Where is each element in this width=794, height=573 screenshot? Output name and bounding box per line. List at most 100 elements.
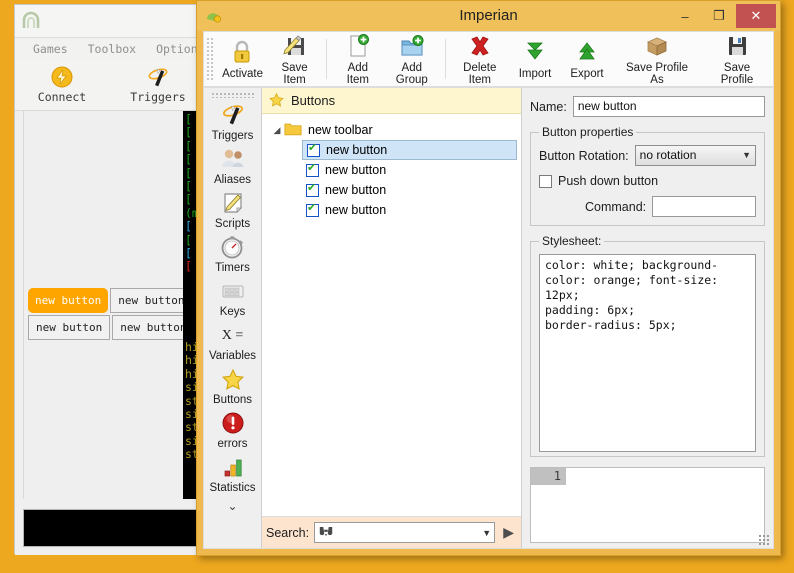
command-label: Command: <box>585 199 647 214</box>
save-profile-as-button[interactable]: Save Profile As <box>613 33 701 86</box>
rail-label-buttons: Buttons <box>213 394 252 406</box>
tree-body[interactable]: ◢ new toolbar new button <box>262 114 521 516</box>
tree-item-label: new button <box>325 163 387 177</box>
expand-collapse-triangle-icon[interactable]: ◢ <box>270 125 284 136</box>
stylesheet-textarea[interactable]: color: white; background-color: orange; … <box>539 254 756 452</box>
activate-button[interactable]: Activate <box>216 39 268 80</box>
maximize-button[interactable]: ❐ <box>702 4 736 28</box>
triggers-label: Triggers <box>130 90 186 104</box>
button-properties-legend: Button properties <box>542 125 634 139</box>
line-number-gutter: 1 <box>531 468 566 485</box>
rail-more-chevron-down-icon[interactable]: ⌄ <box>227 499 237 513</box>
save-profile-as-icon <box>619 33 695 61</box>
rail-item-keys[interactable]: Keys <box>205 278 261 319</box>
close-button[interactable]: ✕ <box>736 4 776 28</box>
rail-drag-handle[interactable] <box>210 92 255 98</box>
search-input[interactable]: ▼ <box>314 522 496 543</box>
imperian-editor-window[interactable]: Imperian – ❐ ✕ Activate Save Item Add It… <box>196 0 781 556</box>
minimize-button[interactable]: – <box>668 4 702 28</box>
item-checkbox[interactable] <box>307 142 320 157</box>
editor-content: Triggers Aliases Scripts Timers Keys X =… <box>203 87 774 549</box>
window-titlebar[interactable]: Imperian – ❐ ✕ <box>197 1 780 31</box>
mud-button-grid: new button new button new button new but… <box>28 288 200 340</box>
tree-item-label: new button <box>325 203 387 217</box>
command-input[interactable] <box>652 196 756 217</box>
mud-button-2[interactable]: new button <box>110 288 193 313</box>
menu-item-toolbox[interactable]: Toolbox <box>78 42 146 56</box>
rail-item-triggers[interactable]: Triggers <box>205 102 261 143</box>
resize-grip[interactable] <box>758 534 770 546</box>
tree-item-label: new button <box>325 183 387 197</box>
rail-label-statistics: Statistics <box>209 482 256 494</box>
items-tree-panel[interactable]: Buttons ◢ new toolbar new <box>262 88 522 548</box>
item-checkbox[interactable] <box>306 182 319 197</box>
item-editor-panel: Name: new button Button properties Butto… <box>522 88 773 548</box>
add-item-button[interactable]: Add Item <box>332 33 384 86</box>
play-arrow-icon[interactable]: ▶ <box>500 524 517 541</box>
tree-group-row[interactable]: ◢ new toolbar <box>262 120 521 140</box>
tree-group-label: new toolbar <box>308 123 373 137</box>
tree-row[interactable]: new button <box>262 180 521 200</box>
menu-item-games[interactable]: Games <box>23 42 78 56</box>
chevron-down-icon[interactable]: ▼ <box>482 528 491 538</box>
notepad-pencil-icon <box>205 190 261 218</box>
tree-header-label: Buttons <box>291 93 336 108</box>
save-item-button[interactable]: Save Item <box>268 33 321 86</box>
tree-row[interactable]: new button <box>262 160 521 180</box>
mud-button-3[interactable]: new button <box>28 315 111 340</box>
activate-label: Activate <box>222 67 264 80</box>
mudlet-icon <box>22 11 40 28</box>
mud-button-1[interactable]: new button <box>28 288 109 313</box>
export-button[interactable]: Export <box>561 39 613 80</box>
delete-item-label: Delete Item <box>463 61 497 86</box>
rail-label-scripts: Scripts <box>214 218 251 230</box>
code-editor-pane[interactable]: 1 <box>530 467 765 543</box>
item-checkbox[interactable] <box>306 202 319 217</box>
error-icon <box>205 410 261 438</box>
x-equals-icon: X = <box>221 328 244 343</box>
pushdown-checkbox[interactable] <box>539 174 552 188</box>
search-bar[interactable]: Search: ▼ ▶ <box>262 516 521 548</box>
rail-item-scripts[interactable]: Scripts <box>205 190 261 231</box>
rail-item-timers[interactable]: Timers <box>205 234 261 275</box>
connect-button[interactable]: Connect <box>25 65 99 104</box>
name-input[interactable]: new button <box>572 96 765 117</box>
toolbar-drag-handle[interactable] <box>206 37 214 81</box>
export-label: Export <box>570 67 604 80</box>
triggers-button[interactable]: Triggers <box>121 65 195 104</box>
rotation-value: no rotation <box>639 148 697 162</box>
toolbar-separator <box>326 39 327 79</box>
lightning-bolt-icon <box>25 65 99 89</box>
delete-item-button[interactable]: Delete Item <box>451 33 509 86</box>
add-item-icon <box>338 33 378 61</box>
rail-label-aliases: Aliases <box>213 174 252 186</box>
rail-item-statistics[interactable]: Statistics <box>205 454 261 495</box>
import-label: Import <box>518 67 552 80</box>
tree-row[interactable]: new button <box>262 200 521 220</box>
save-profile-button[interactable]: Save Profile <box>701 33 773 86</box>
button-properties-group: Button properties Button Rotation: no ro… <box>530 125 765 226</box>
rail-item-aliases[interactable]: Aliases <box>205 146 261 187</box>
item-checkbox[interactable] <box>306 162 319 177</box>
rail-label-keys: Keys <box>219 306 246 318</box>
save-profile-as-label: Save Profile As <box>626 61 689 86</box>
editor-toolbar[interactable]: Activate Save Item Add Item Add Group De… <box>203 31 774 87</box>
rail-item-buttons[interactable]: Buttons <box>205 366 261 407</box>
toolbar-separator <box>444 39 446 79</box>
rail-item-variables[interactable]: X = Variables <box>205 322 261 363</box>
pushdown-row[interactable]: Push down button <box>539 174 756 188</box>
rail-item-errors[interactable]: errors <box>205 410 261 451</box>
magic-wand-icon <box>121 65 195 89</box>
import-button[interactable]: Import <box>509 39 561 80</box>
tree-row[interactable]: new button <box>302 140 517 160</box>
editor-category-rail[interactable]: Triggers Aliases Scripts Timers Keys X =… <box>204 88 262 548</box>
name-label: Name: <box>530 99 567 114</box>
rail-label-variables: Variables <box>208 350 257 362</box>
rotation-select[interactable]: no rotation ▼ <box>634 145 756 166</box>
add-group-button[interactable]: Add Group <box>384 33 440 86</box>
rail-label-timers: Timers <box>215 262 250 274</box>
screen: Games Toolbox Options Connect Triggers n… <box>0 0 794 573</box>
magic-wand-icon <box>205 102 261 130</box>
save-profile-icon <box>707 33 767 61</box>
padlock-icon <box>222 39 262 67</box>
